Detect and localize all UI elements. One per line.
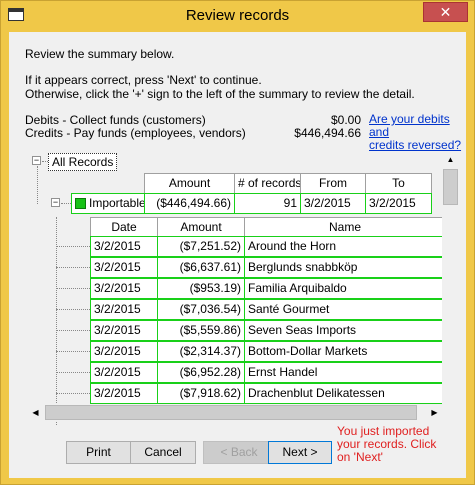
row-amount: ($5,559.86) xyxy=(157,320,245,341)
group-header-count: # of records xyxy=(234,173,301,194)
group-to: 3/2/2015 xyxy=(365,193,432,214)
row-name: Around the Horn xyxy=(244,236,446,257)
reversed-link[interactable]: Are your debits and credits reversed? xyxy=(369,113,466,152)
importable-status-icon xyxy=(75,198,86,209)
detail-header-date: Date xyxy=(90,217,158,238)
scroll-right-icon[interactable]: ▶ xyxy=(426,404,443,421)
group-label: Importable xyxy=(89,196,145,210)
row-name: Seven Seas Imports xyxy=(244,320,446,341)
tree-connector xyxy=(56,288,90,289)
row-name: Drachenblut Delikatessen xyxy=(244,383,446,404)
next-hint: You just imported your records. Click on… xyxy=(337,425,436,464)
horizontal-scroll-thumb[interactable] xyxy=(45,405,417,420)
group-header-amount: Amount xyxy=(144,173,235,194)
cancel-button[interactable]: Cancel xyxy=(130,441,196,464)
records-tree: − All Records Amount # of records From T… xyxy=(19,151,456,425)
row-date: 3/2/2015 xyxy=(90,236,158,257)
group-header-to: To xyxy=(365,173,432,194)
row-amount: ($6,952.28) xyxy=(157,362,245,383)
group-from: 3/2/2015 xyxy=(300,193,366,214)
row-amount: ($7,251.52) xyxy=(157,236,245,257)
detail-header-amount: Amount xyxy=(157,217,245,238)
tree-connector xyxy=(56,372,90,373)
root-collapse-icon[interactable]: − xyxy=(32,156,41,165)
tree-connector xyxy=(37,166,38,204)
vertical-scroll-thumb[interactable] xyxy=(443,169,458,205)
tree-connector xyxy=(56,309,90,310)
title-bar: Review records ✕ xyxy=(1,1,474,32)
row-name: Santé Gourmet xyxy=(244,299,446,320)
row-date: 3/2/2015 xyxy=(90,299,158,320)
row-amount: ($6,637.61) xyxy=(157,257,245,278)
scroll-up-icon[interactable]: ▲ xyxy=(442,151,459,168)
group-amount: ($446,494.66) xyxy=(144,193,235,214)
row-name: Familia Arquibaldo xyxy=(244,278,446,299)
debits-amount: $0.00 xyxy=(330,113,361,127)
row-amount: ($953.19) xyxy=(157,278,245,299)
row-amount: ($7,036.54) xyxy=(157,299,245,320)
scroll-left-icon[interactable]: ◀ xyxy=(27,404,44,421)
row-name: Bottom-Dollar Markets xyxy=(244,341,446,362)
intro-line-3: Otherwise, click the '+' sign to the lef… xyxy=(25,87,415,101)
debits-label: Debits - Collect funds (customers) xyxy=(25,113,206,127)
group-count: 91 xyxy=(234,193,301,214)
detail-header-name: Name xyxy=(244,217,446,238)
intro-line-1: Review the summary below. xyxy=(25,47,175,61)
credits-label: Credits - Pay funds (employees, vendors) xyxy=(25,126,246,140)
row-date: 3/2/2015 xyxy=(90,257,158,278)
group-collapse-icon[interactable]: − xyxy=(51,198,60,207)
close-button[interactable]: ✕ xyxy=(423,2,468,22)
next-button[interactable]: Next > xyxy=(268,441,332,464)
row-date: 3/2/2015 xyxy=(90,383,158,404)
row-amount: ($7,918.62) xyxy=(157,383,245,404)
tree-connector xyxy=(56,330,90,331)
group-header-from: From xyxy=(300,173,366,194)
intro-line-2: If it appears correct, press 'Next' to c… xyxy=(25,73,262,87)
row-date: 3/2/2015 xyxy=(90,362,158,383)
print-button[interactable]: Print xyxy=(66,441,131,464)
importable-group-row[interactable]: Importable xyxy=(71,193,145,214)
dialog-body: Review the summary below. If it appears … xyxy=(9,32,466,478)
tree-connector xyxy=(56,351,90,352)
tree-connector xyxy=(56,246,90,247)
row-date: 3/2/2015 xyxy=(90,341,158,362)
tree-connector xyxy=(56,393,90,394)
horizontal-scrollbar[interactable]: ◀ ▶ xyxy=(27,404,443,421)
tree-connector xyxy=(56,267,90,268)
hint-line-3: on 'Next' xyxy=(337,450,383,464)
row-name: Ernst Handel xyxy=(244,362,446,383)
row-date: 3/2/2015 xyxy=(90,320,158,341)
credits-amount: $446,494.66 xyxy=(294,126,361,140)
tree-connector xyxy=(61,203,71,204)
row-date: 3/2/2015 xyxy=(90,278,158,299)
back-button[interactable]: < Back xyxy=(203,441,275,464)
vertical-scrollbar[interactable]: ▲ xyxy=(442,151,459,421)
review-records-window: Review records ✕ Review the summary belo… xyxy=(0,0,475,485)
all-records-node[interactable]: All Records xyxy=(48,153,118,171)
window-title: Review records xyxy=(185,7,290,24)
row-name: Berglunds snabbköp xyxy=(244,257,446,278)
reversed-link-line-1: Are your debits and xyxy=(369,112,450,139)
row-amount: ($2,314.37) xyxy=(157,341,245,362)
